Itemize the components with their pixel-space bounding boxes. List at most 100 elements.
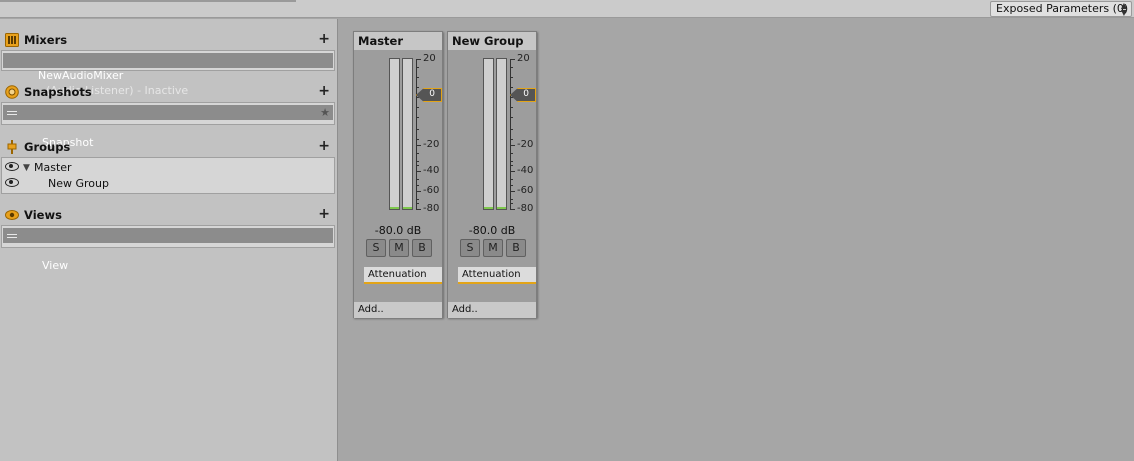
- scale-tick: [510, 165, 513, 166]
- group-label: Master: [34, 161, 72, 174]
- scale-label: -80: [517, 203, 534, 214]
- groups-title: Groups: [24, 140, 71, 154]
- scale-tick: [510, 107, 513, 108]
- fader-handle[interactable]: 0: [510, 88, 536, 102]
- attenuation-effect[interactable]: Attenuation: [458, 267, 536, 284]
- attenuation-effect[interactable]: Attenuation: [364, 267, 442, 284]
- scale-major-tick: [510, 171, 515, 172]
- eye-icon[interactable]: [5, 162, 19, 171]
- bypass-button[interactable]: B: [412, 239, 432, 257]
- scale-tick: [416, 117, 419, 118]
- views-list: View: [1, 225, 335, 272]
- fader-track[interactable]: [416, 59, 417, 209]
- scale-label: 20: [517, 53, 530, 64]
- view-row[interactable]: View: [3, 228, 333, 272]
- snapshots-header: Snapshots +: [0, 83, 338, 101]
- scale-tick: [416, 203, 419, 204]
- channel-strip-master[interactable]: Master 20 -20 -40 -60 -80 0 -80.0 dB S M B A…: [353, 31, 443, 318]
- scale-tick: [416, 139, 419, 140]
- mixer-icon: [5, 33, 19, 47]
- scale-tick: [510, 153, 513, 154]
- eye-icon[interactable]: [5, 178, 19, 187]
- scale-tick: [416, 185, 419, 186]
- scale-tick: [510, 117, 513, 118]
- solo-button[interactable]: S: [460, 239, 480, 257]
- sidebar: Mixers + NewAudioMixer (Audio Listener) …: [0, 19, 338, 461]
- fader-track[interactable]: [510, 59, 511, 209]
- toolbar: Exposed Parameters (0) ▲ ▼: [0, 0, 1134, 18]
- scale-tick: [416, 129, 419, 130]
- group-label: New Group: [48, 177, 109, 190]
- scale-tick: [416, 67, 419, 68]
- scale-label: -60: [423, 185, 440, 196]
- add-snapshot-button[interactable]: +: [318, 83, 330, 99]
- fader-handle[interactable]: 0: [416, 88, 442, 102]
- scale-tick: [510, 77, 513, 78]
- bypass-button[interactable]: B: [506, 239, 526, 257]
- add-mixer-button[interactable]: +: [318, 31, 330, 47]
- channel-strip-new-group[interactable]: New Group 20 -20 -40 -60 -80 0 -80.0 dB S M …: [447, 31, 537, 318]
- scale-tick: [510, 129, 513, 130]
- mixer-name: NewAudioMixer: [37, 69, 124, 82]
- scale-major-tick: [416, 209, 421, 210]
- scale-tick: [416, 199, 419, 200]
- drag-handle-icon[interactable]: [7, 234, 17, 235]
- scale-major-tick: [510, 191, 515, 192]
- level-readout: -80.0 dB: [468, 224, 516, 237]
- scale-label: -60: [517, 185, 534, 196]
- scale-major-tick: [416, 191, 421, 192]
- scale-label: -80: [423, 203, 440, 214]
- scale-major-tick: [510, 145, 515, 146]
- tab-strip: [0, 0, 296, 2]
- level-readout: -80.0 dB: [374, 224, 422, 237]
- snapshots-title: Snapshots: [24, 85, 92, 99]
- scale-major-tick: [510, 59, 515, 60]
- add-effect-button[interactable]: Add..: [448, 302, 536, 318]
- scale-tick: [510, 179, 513, 180]
- scale-tick: [510, 203, 513, 204]
- snapshots-list: Snapshot ★: [1, 102, 335, 149]
- drag-handle-icon[interactable]: [7, 111, 17, 112]
- mixers-header: Mixers +: [0, 31, 338, 49]
- level-meter-right: [496, 58, 507, 210]
- level-meter-left: [483, 58, 494, 210]
- scale-tick: [416, 107, 419, 108]
- snapshot-row[interactable]: Snapshot ★: [3, 105, 333, 149]
- solo-button[interactable]: S: [366, 239, 386, 257]
- scale-major-tick: [416, 59, 421, 60]
- snapshot-icon: [5, 85, 19, 99]
- group-fader-icon: [7, 140, 17, 154]
- view-name: View: [41, 259, 69, 272]
- scale-label: -20: [517, 139, 534, 150]
- scale-tick: [510, 161, 513, 162]
- mute-button[interactable]: M: [389, 239, 409, 257]
- add-effect-button[interactable]: Add..: [354, 302, 442, 318]
- mixers-list: NewAudioMixer (Audio Listener) - Inactiv…: [1, 50, 335, 97]
- scale-tick: [416, 77, 419, 78]
- views-title: Views: [24, 208, 62, 222]
- scale-label: -20: [423, 139, 440, 150]
- exposed-parameters-label: Exposed Parameters (0): [996, 2, 1129, 15]
- level-meter-right: [402, 58, 413, 210]
- group-row-master[interactable]: ▼ Master: [2, 160, 332, 176]
- expand-triangle-icon[interactable]: ▼: [23, 160, 30, 176]
- groups-tree: ▼ Master New Group: [1, 157, 335, 194]
- star-icon[interactable]: ★: [320, 105, 330, 120]
- mixer-row[interactable]: NewAudioMixer (Audio Listener) - Inactiv…: [3, 53, 333, 97]
- scale-major-tick: [416, 145, 421, 146]
- mute-button[interactable]: M: [483, 239, 503, 257]
- scale-tick: [510, 139, 513, 140]
- scale-tick: [416, 87, 419, 88]
- add-group-button[interactable]: +: [318, 138, 330, 154]
- exposed-parameters-dropdown[interactable]: Exposed Parameters (0) ▲ ▼: [990, 1, 1132, 17]
- strip-title: Master: [354, 32, 442, 50]
- scale-tick: [510, 185, 513, 186]
- add-view-button[interactable]: +: [318, 206, 330, 222]
- scale-tick: [510, 67, 513, 68]
- scale-label: -40: [517, 165, 534, 176]
- scale-tick: [416, 179, 419, 180]
- views-header: Views +: [0, 206, 338, 224]
- group-row-new-group[interactable]: New Group: [2, 176, 332, 192]
- scale-tick: [510, 87, 513, 88]
- scale-tick: [416, 165, 419, 166]
